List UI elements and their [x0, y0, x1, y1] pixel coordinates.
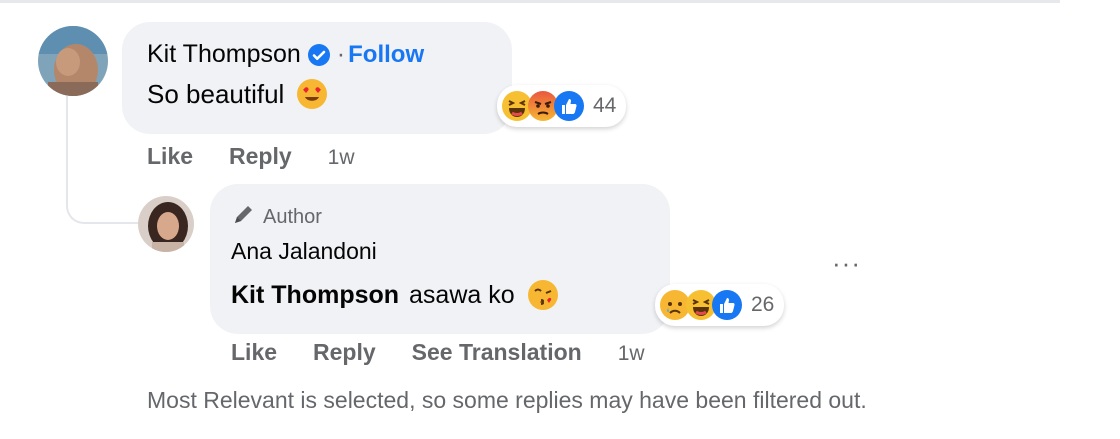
like-reaction-icon: [711, 289, 743, 321]
comment-author-name[interactable]: Kit Thompson: [147, 40, 301, 69]
heart-eyes-emoji-icon: [296, 78, 328, 110]
comment-header: Kit Thompson · Follow: [147, 40, 424, 69]
comment-text-row: So beautiful: [147, 78, 328, 110]
reply-actions: Like Reply See Translation 1w: [231, 339, 645, 366]
commenter-avatar[interactable]: [38, 26, 108, 96]
reply-button[interactable]: Reply: [229, 143, 292, 170]
mention-link[interactable]: Kit Thompson: [231, 281, 399, 310]
see-translation-button[interactable]: See Translation: [412, 339, 582, 366]
kiss-emoji-icon: [527, 279, 559, 311]
author-badge-label: Author: [263, 205, 322, 228]
reply-text-row: Kit Thompson asawa ko: [231, 279, 559, 311]
author-badge: Author: [231, 201, 322, 233]
comment-timestamp[interactable]: 1w: [328, 146, 355, 170]
separator-dot: ·: [336, 40, 346, 68]
reply-author-avatar[interactable]: [138, 196, 194, 252]
more-options-button[interactable]: ···: [832, 248, 861, 279]
like-reaction-icon: [553, 90, 585, 122]
reply-like-button[interactable]: Like: [231, 339, 277, 366]
reply-reaction-count: 26: [751, 293, 775, 316]
pencil-icon: [231, 201, 257, 233]
comment-actions: Like Reply 1w: [147, 143, 355, 170]
verified-badge-icon: [307, 43, 331, 67]
comment-text: So beautiful: [147, 78, 285, 109]
reply-reactions[interactable]: 26: [655, 284, 785, 326]
reply-reply-button[interactable]: Reply: [313, 339, 376, 366]
follow-button[interactable]: Follow: [348, 41, 424, 69]
like-button[interactable]: Like: [147, 143, 193, 170]
comment-reactions[interactable]: 44: [497, 85, 627, 127]
reply-text: asawa ko: [409, 280, 515, 309]
top-divider: [0, 0, 1060, 3]
reply-header: Ana Jalandoni: [231, 238, 377, 265]
reply-author-name[interactable]: Ana Jalandoni: [231, 238, 377, 265]
comment-reaction-count: 44: [593, 94, 617, 117]
filter-note: Most Relevant is selected, so some repli…: [147, 387, 867, 413]
reply-timestamp[interactable]: 1w: [618, 342, 645, 366]
